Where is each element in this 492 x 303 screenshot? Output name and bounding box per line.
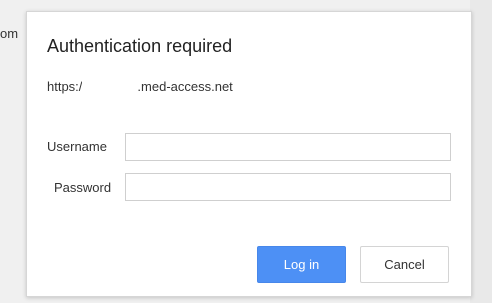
background-partial-text: om [0,26,19,41]
password-label: Password [54,180,112,195]
password-field[interactable] [125,173,451,201]
site-url: https:/ .med-access.net [47,79,233,94]
cancel-button[interactable]: Cancel [360,246,449,283]
username-label: Username [47,139,107,154]
url-prefix: https:/ [47,79,83,94]
dialog-title: Authentication required [47,36,233,56]
url-suffix: .med-access.net [137,79,233,94]
login-button[interactable]: Log in [257,246,346,283]
username-field[interactable] [125,133,451,161]
url-redaction [82,80,138,93]
auth-dialog: Authentication required https:/ .med-acc… [26,11,472,297]
background-strip [470,0,492,303]
